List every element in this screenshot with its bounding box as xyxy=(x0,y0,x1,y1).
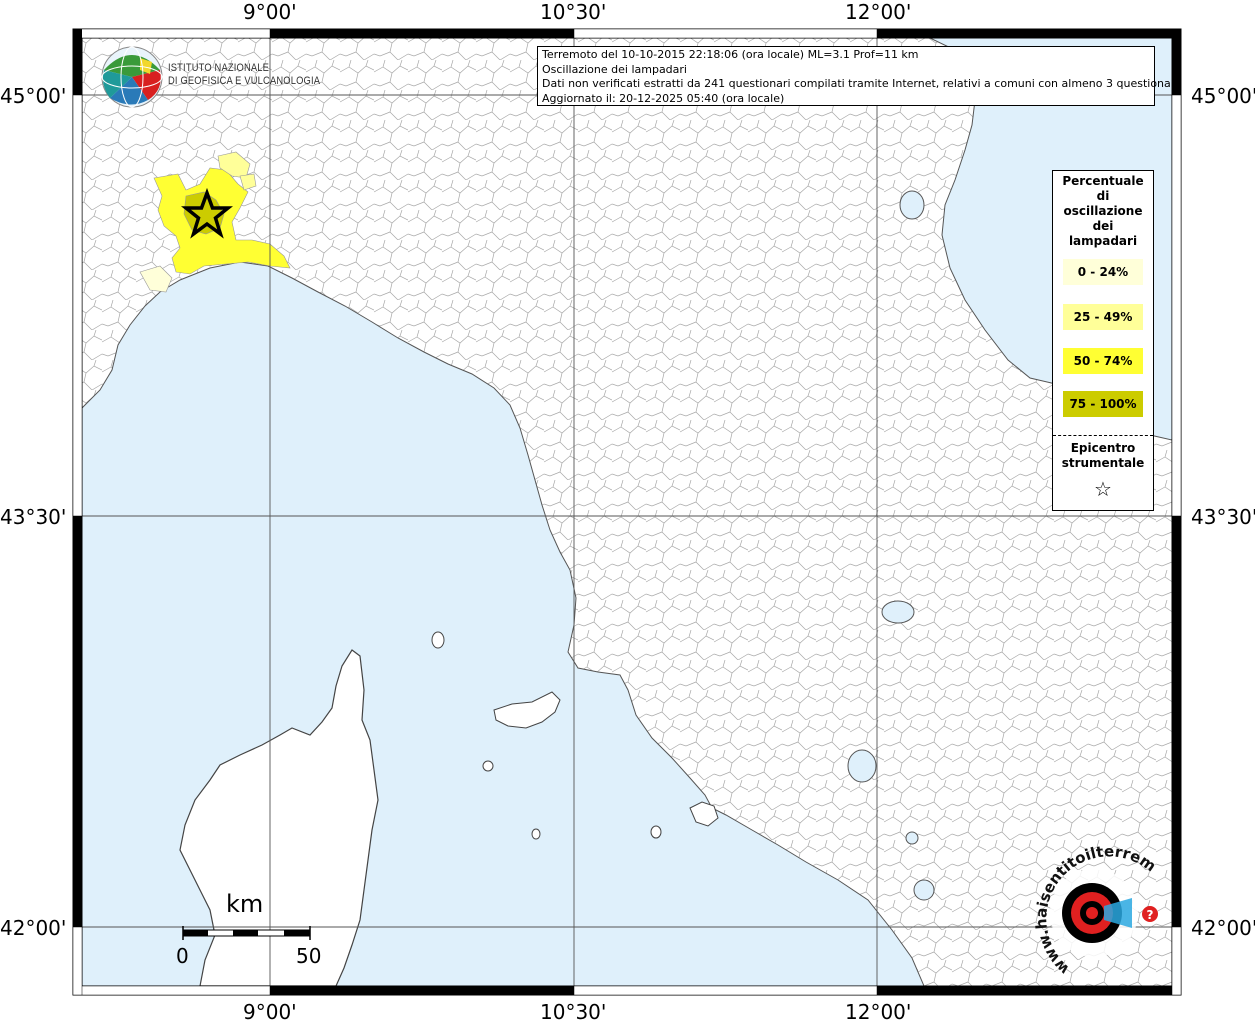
legend-epicenter-title: Epicentro strumentale xyxy=(1053,441,1153,471)
montecristo-island xyxy=(531,828,541,840)
lat-label-left-43-30: 43°30' xyxy=(0,505,67,529)
lat-label-right-45: 45°00' xyxy=(1191,84,1255,108)
legend-separator xyxy=(1053,435,1153,436)
legend-title-line: dei xyxy=(1092,219,1114,233)
lake-bracciano xyxy=(913,879,935,901)
legend-swatch-75-100: 75 - 100% xyxy=(1063,391,1143,417)
lon-label-bottom-12: 12°00' xyxy=(845,1000,912,1024)
scale-end-label: 50 xyxy=(296,944,322,968)
capraia-island xyxy=(431,631,445,649)
legend-epicenter-star-icon: ☆ xyxy=(1094,477,1112,501)
ingv-logo-line1: ISTITUTO NAZIONALE xyxy=(168,62,270,74)
event-info-line2: Oscillazione dei lampadari xyxy=(542,62,687,76)
map-canvas: ? xyxy=(72,28,1182,996)
legend-title-line: Percentuale xyxy=(1062,174,1144,188)
lake-vico xyxy=(905,831,919,845)
svg-text:?: ? xyxy=(1147,908,1154,922)
scale-start-label: 0 xyxy=(176,944,189,968)
legend-swatch-50-74: 50 - 74% xyxy=(1063,348,1143,374)
legend: Percentuale di oscillazione dei lampadar… xyxy=(1052,170,1154,511)
legend-title: Percentuale di oscillazione dei lampadar… xyxy=(1053,171,1153,249)
ingv-logo-icon xyxy=(101,46,163,108)
legend-title-line: oscillazione xyxy=(1063,204,1143,218)
event-info-box: Terremoto del 10-10-2015 22:18:06 (ora l… xyxy=(537,46,1182,106)
legend-title-line: di xyxy=(1096,189,1110,203)
ingv-logo-line2: DI GEOFISICA E VULCANOLOGIA xyxy=(168,75,321,87)
lat-label-right-42: 42°00' xyxy=(1191,916,1255,940)
legend-title-line: lampadari xyxy=(1068,234,1138,248)
legend-epicenter-line: strumentale xyxy=(1061,456,1145,470)
lake-bolsena xyxy=(847,749,877,783)
ingv-logo-text: ISTITUTO NAZIONALE DI GEOFISICA E VULCAN… xyxy=(168,62,320,88)
lat-label-left-42: 42°00' xyxy=(0,916,67,940)
lon-label-top-10-30: 10°30' xyxy=(540,0,607,24)
event-info-line4: Aggiornato il: 20-12-2025 05:40 (ora loc… xyxy=(542,91,785,105)
legend-epicenter-line: Epicentro xyxy=(1070,441,1136,455)
legend-swatch-0-24: 0 - 24% xyxy=(1063,259,1143,285)
event-info-line1: Terremoto del 10-10-2015 22:18:06 (ora l… xyxy=(542,48,919,61)
event-info-line3: Dati non verificati estratti da 241 ques… xyxy=(542,77,1182,90)
legend-swatch-25-49: 25 - 49% xyxy=(1063,304,1143,330)
pianosa-island xyxy=(482,760,494,772)
lake-trasimeno xyxy=(881,600,915,624)
lon-label-bottom-10-30: 10°30' xyxy=(540,1000,607,1024)
giglio-island xyxy=(650,825,662,839)
lon-label-top-9: 9°00' xyxy=(243,0,297,24)
scale-unit-label: km xyxy=(226,890,264,918)
lon-label-top-12: 12°00' xyxy=(845,0,912,24)
valli-comacchio xyxy=(899,190,925,220)
lat-label-left-45: 45°00' xyxy=(0,84,67,108)
lon-label-bottom-9: 9°00' xyxy=(243,1000,297,1024)
lat-label-right-43-30: 43°30' xyxy=(1191,505,1255,529)
